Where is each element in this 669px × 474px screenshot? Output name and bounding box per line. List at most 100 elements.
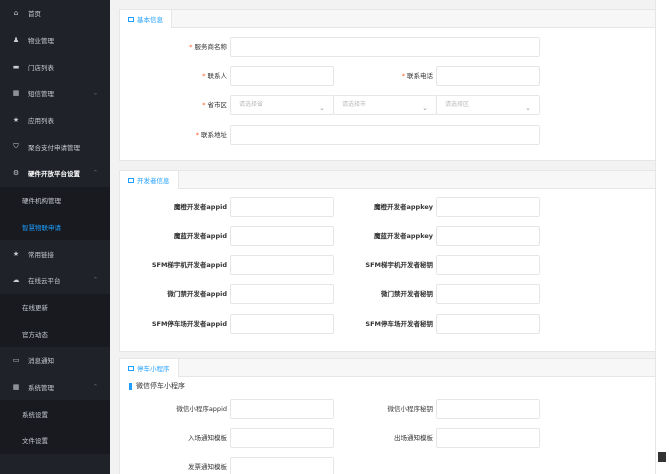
field-label: 魔橙开发者appid xyxy=(173,203,227,211)
card-header: 开发者信息 xyxy=(120,171,657,189)
chevron-up-icon: ⌃ xyxy=(92,169,98,177)
sidebar-subitem-settings[interactable]: 系统设置 xyxy=(0,400,110,427)
sidebar-item-sms[interactable]: ▦ 短信管理 ⌄ xyxy=(0,80,110,107)
sidebar-subitem-files[interactable]: 文件设置 xyxy=(0,427,110,454)
chevron-down-icon: ⌄ xyxy=(525,104,531,112)
sidebar-item-home[interactable]: ⌂ 首页 xyxy=(0,0,110,27)
sidebar-item-label: 聚合支付申请管理 xyxy=(28,143,80,152)
label-text: 省市区 xyxy=(207,101,228,109)
region-label: * 省市区 xyxy=(120,95,227,115)
exit-template-input[interactable] xyxy=(436,428,540,448)
province-select[interactable]: 请选择省 ⌄ xyxy=(230,95,334,115)
card-header: 停车小程序 xyxy=(120,359,657,377)
tab-basic-info[interactable]: 基本信息 xyxy=(120,10,172,28)
form-row: 微门禁开发者appid 微门禁开发者秘钥 xyxy=(120,284,657,304)
field-label: SFM梯宇机开发者appid xyxy=(151,261,227,269)
sfm-parking-secret-input[interactable] xyxy=(436,314,540,334)
entry-template-input[interactable] xyxy=(230,428,334,448)
field-label: 出场通知模板 xyxy=(394,434,433,442)
scrollbar-thumb[interactable] xyxy=(658,452,666,462)
form-row: SFM停车场开发者appid SFM停车场开发者秘钥 xyxy=(120,314,657,334)
required-mark: * xyxy=(202,72,206,80)
gear-icon: ⚙ xyxy=(12,169,20,178)
developer-info-card: 开发者信息 魔橙开发者appid 魔橙开发者appkey 魔蓝开发者appid … xyxy=(119,170,658,352)
sidebar-item-label: 在线云平台 xyxy=(28,277,61,286)
required-mark: * xyxy=(202,101,206,109)
sidebar-item-property[interactable]: ♟ 物业管理 xyxy=(0,27,110,54)
label-text: 服务商名称 xyxy=(194,43,228,51)
wx-appid-input[interactable] xyxy=(230,399,334,419)
required-mark: * xyxy=(195,131,199,139)
sidebar-item-stores[interactable]: ▬ 门店列表 xyxy=(0,53,110,80)
district-select[interactable]: 请选择区 ⌄ xyxy=(436,95,540,115)
sidebar-item-label: 系统管理 xyxy=(28,383,54,392)
sfm-ladder-secret-input[interactable] xyxy=(436,255,540,275)
sidebar-item-label: 首页 xyxy=(28,10,41,19)
tab-label: 开发者信息 xyxy=(137,177,170,185)
label-text: 联系电话 xyxy=(407,72,433,80)
field-label: SFM停车场开发者秘钥 xyxy=(365,320,433,328)
sfm-ladder-appid-input[interactable] xyxy=(230,255,334,275)
shield-icon: ⛉ xyxy=(13,142,19,151)
address-input[interactable] xyxy=(230,125,540,145)
sidebar-subitem-iot-apply[interactable]: 智慧物联申请 xyxy=(0,213,110,241)
form-icon xyxy=(128,16,134,22)
phone-input[interactable] xyxy=(436,66,540,86)
sidebar-item-links[interactable]: ★ 常用链接 xyxy=(0,240,110,267)
micro-gate-appid-input[interactable] xyxy=(230,284,334,304)
sidebar-item-messages[interactable]: ▭ 消息通知 xyxy=(0,347,110,374)
form-row: 魔橙开发者appid 魔橙开发者appkey xyxy=(120,197,657,217)
tab-label: 基本信息 xyxy=(137,16,163,24)
mocheng-appkey-input[interactable] xyxy=(436,197,540,217)
form-row: * 服务商名称 xyxy=(120,37,657,57)
parking-program-card: 停车小程序 微信停车小程序 微信小程序appid 微信小程序秘钥 入场通知模板 … xyxy=(119,358,658,474)
grid-icon: ▦ xyxy=(12,382,20,391)
sidebar-item-payment[interactable]: ⛉ 聚合支付申请管理 xyxy=(0,133,110,160)
molan-appkey-input[interactable] xyxy=(436,226,540,246)
molan-appid-input[interactable] xyxy=(230,226,334,246)
main-content: 基本信息 * 服务商名称 * 联系人 * 联系电话 * 省市区 请选择省 ⌄ 请选择市 ⌄ … xyxy=(110,0,658,474)
form-icon xyxy=(128,177,134,183)
service-name-input[interactable] xyxy=(230,37,540,57)
home-icon: ⌂ xyxy=(13,9,19,18)
city-select[interactable]: 请选择市 ⌄ xyxy=(333,95,437,115)
required-mark: * xyxy=(189,43,193,51)
service-name-label: * 服务商名称 xyxy=(120,37,227,57)
section-title: 微信停车小程序 xyxy=(129,381,185,391)
tab-parking-program[interactable]: 停车小程序 xyxy=(120,359,179,377)
field-label: 入场通知模板 xyxy=(188,434,227,442)
label-text: 联系地址 xyxy=(201,131,227,139)
field-label: 微门禁开发者秘钥 xyxy=(381,290,433,298)
select-placeholder: 请选择市 xyxy=(342,101,367,108)
chevron-down-icon: ⌄ xyxy=(422,104,428,112)
form-row: * 联系人 * 联系电话 xyxy=(120,66,657,86)
card-header: 基本信息 xyxy=(120,10,657,28)
scrollbar[interactable] xyxy=(655,0,669,474)
sidebar-item-label: 物业管理 xyxy=(28,37,54,46)
contact-input[interactable] xyxy=(230,66,334,86)
sidebar-item-cloud[interactable]: ☁ 在线云平台 ⌃ xyxy=(0,267,110,294)
basic-info-card: 基本信息 * 服务商名称 * 联系人 * 联系电话 * 省市区 请选择省 ⌄ 请选择市 ⌄ … xyxy=(119,9,658,161)
wx-secret-input[interactable] xyxy=(436,399,540,419)
sidebar-item-hardware[interactable]: ⚙ 硬件开放平台设置 ⌃ xyxy=(0,160,110,187)
form-row: * 联系地址 xyxy=(120,125,657,145)
sfm-parking-appid-input[interactable] xyxy=(230,314,334,334)
form-row: 入场通知模板 出场通知模板 xyxy=(120,428,657,448)
micro-gate-secret-input[interactable] xyxy=(436,284,540,304)
tab-label: 停车小程序 xyxy=(137,365,170,373)
sidebar-item-label: 门店列表 xyxy=(28,63,54,72)
sidebar-item-label: 消息通知 xyxy=(28,357,54,366)
mocheng-appid-input[interactable] xyxy=(230,197,334,217)
invoice-template-input[interactable] xyxy=(230,457,334,474)
section-marker xyxy=(129,382,132,390)
sidebar-subitem-hardware-org[interactable]: 硬件机构管理 xyxy=(0,186,110,214)
cloud-icon: ☁ xyxy=(12,276,20,285)
sidebar-item-system[interactable]: ▦ 系统管理 ⌃ xyxy=(0,374,110,401)
label-text: 联系人 xyxy=(207,72,228,80)
sidebar-item-apps[interactable]: ★ 应用列表 xyxy=(0,107,110,134)
required-mark: * xyxy=(401,72,405,80)
users-icon: ♟ xyxy=(12,36,20,45)
sidebar-subitem-update[interactable]: 在线更新 xyxy=(0,293,110,321)
tab-developer-info[interactable]: 开发者信息 xyxy=(120,171,179,189)
sidebar-subitem-news[interactable]: 官方动态 xyxy=(0,320,110,347)
